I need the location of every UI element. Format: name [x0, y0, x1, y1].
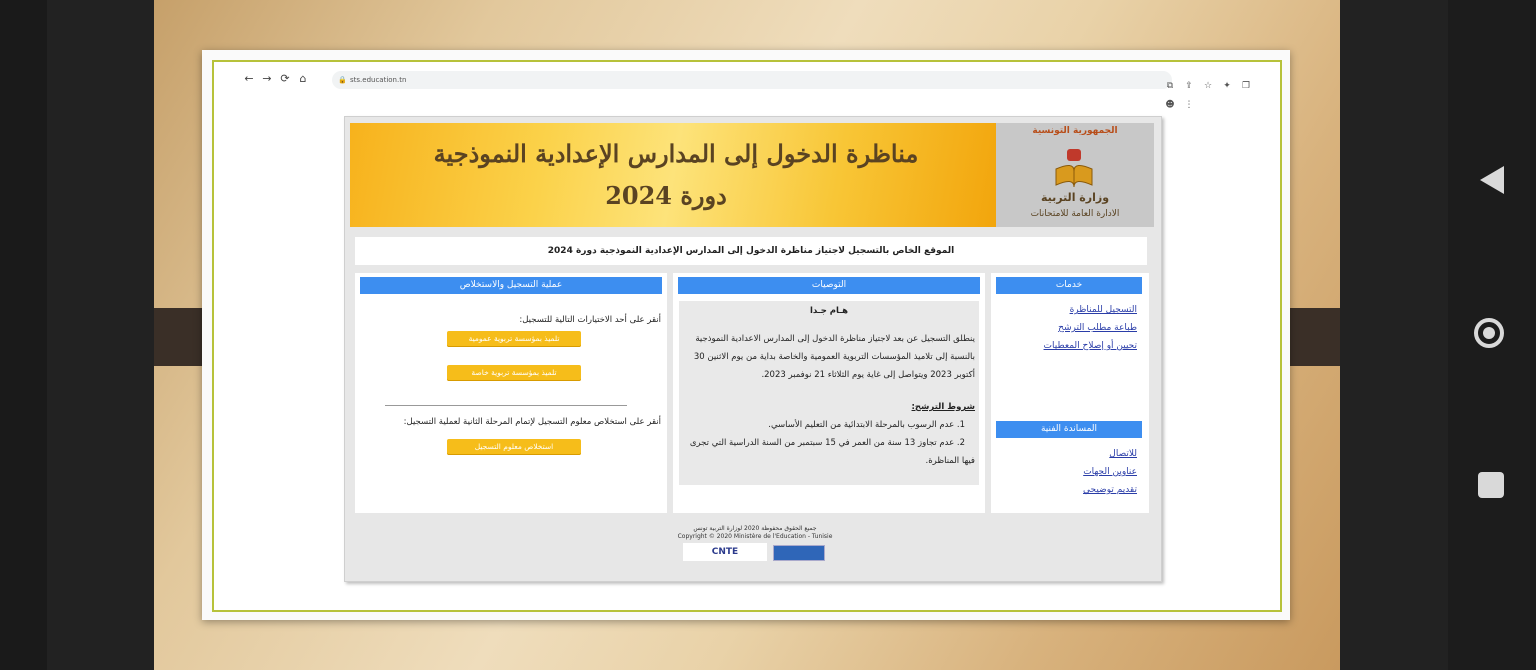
private-school-student-button[interactable]: تلميذ بمؤسسة تربوية خاصة	[447, 365, 581, 381]
reload-icon[interactable]: ⟳	[278, 72, 292, 86]
divider	[385, 405, 627, 406]
web-page: مناظرة الدخول إلى المدارس الإعدادية النم…	[344, 116, 1162, 582]
condition-item: 1. عدم الرسوب بالمرحلة الابتدائية من الت…	[768, 420, 965, 430]
address-bar[interactable]: 🔒 sts.education.tn	[332, 71, 1172, 89]
share-icon[interactable]: ⇪	[1183, 81, 1195, 91]
cnte-logo: CNTE	[683, 543, 767, 561]
android-nav-bar	[1448, 0, 1536, 670]
rights-text: جميع الحقوق محفوظة 2020 لوزارة التربية ت…	[693, 525, 817, 532]
bookmark-star-icon[interactable]: ☆	[1202, 81, 1214, 91]
condition-item: فيها المناظرة.	[925, 456, 975, 466]
site-notice: الموقع الخاص بالتسجيل لاجتياز مناظرة الد…	[355, 237, 1147, 265]
screen-capture: ← → ⟳ ⌂ 🔒 sts.education.tn ⧉ ⇪ ☆ ✦ ❐ ☻ ⋮ مناظر…	[212, 60, 1282, 612]
copyright-text: Copyright © 2020 Ministère de l'Educatio…	[677, 533, 833, 540]
photo-frame: ← → ⟳ ⌂ 🔒 sts.education.tn ⧉ ⇪ ☆ ✦ ❐ ☻ ⋮ مناظر…	[202, 50, 1290, 620]
profile-icon[interactable]: ☻	[1164, 100, 1176, 110]
ministry-name: وزارة التربية	[1040, 191, 1110, 204]
ministry-logo: الجمهورية التونسية وزارة التربية الادارة…	[996, 123, 1154, 227]
extensions-icon[interactable]: ✦	[1221, 81, 1233, 91]
browser-extensions: ⧉ ⇪ ☆ ✦ ❐ ☻ ⋮	[1164, 73, 1274, 110]
registration-header: عملية التسجيل والاستخلاص	[360, 277, 662, 294]
condition-item: 2. عدم تجاوز 13 سنة من العمر في 15 سبتمب…	[689, 438, 965, 448]
contact-link[interactable]: للاتصال	[1109, 449, 1137, 459]
explanatory-presentation-link[interactable]: تقديم توضيحي	[1083, 485, 1137, 495]
home-icon[interactable]: ⌂	[296, 72, 310, 86]
recommendations-panel: التوصيات هـام جـدا ينطلق التسجيل عن بعد …	[673, 273, 985, 513]
open-book-emblem-icon	[1055, 149, 1093, 188]
rec-paragraph-line: بالنسبة إلى تلاميذ المؤسسات التربوية الع…	[693, 352, 975, 362]
rec-paragraph-line: أكتوبر 2023 ويتواصل إلى غاية يوم الثلاثا…	[761, 370, 975, 380]
device-bezel-left	[0, 0, 47, 670]
android-back-icon[interactable]	[1480, 166, 1504, 194]
payment-instruction: أنقر على استخلاص معلوم التسجيل لإتمام ال…	[403, 417, 661, 427]
footer-copyright: جميع الحقوق محفوظة 2020 لوزارة التربية ت…	[605, 525, 905, 541]
print-application-link[interactable]: طباعة مطلب الترشح	[1058, 323, 1137, 333]
services-panel: خدمات التسجيل للمناظرة طباعة مطلب الترشح…	[991, 273, 1149, 513]
republic-label: الجمهورية التونسية	[1032, 126, 1118, 136]
android-recents-icon[interactable]	[1478, 472, 1504, 498]
update-data-link[interactable]: تحيين أو إصلاح المعطيات	[1044, 341, 1137, 351]
department-name: الادارة العامة للامتحانات	[1030, 209, 1120, 219]
browser-toolbar: ← → ⟳ ⌂ 🔒 sts.education.tn ⧉ ⇪ ☆ ✦ ❐ ☻ ⋮	[236, 66, 1266, 110]
rec-paragraph-line: ينطلق التسجيل عن بعد لاجتياز مناظرة الدخ…	[695, 334, 975, 344]
forward-icon[interactable]: →	[260, 72, 274, 86]
recommendations-header: التوصيات	[678, 277, 980, 294]
support-header: المساندة الفنية	[996, 421, 1142, 438]
important-label: هـام جـدا	[809, 306, 849, 316]
registration-instruction: أنقر على أحد الاختيارات التالية للتسجيل:	[519, 315, 661, 325]
banner-title: مناظرة الدخول إلى المدارس الإعدادية النم…	[433, 139, 919, 168]
back-icon[interactable]: ←	[242, 72, 256, 86]
pay-registration-fee-button[interactable]: استخلاص معلوم التسجيل	[447, 439, 581, 455]
header-banner: مناظرة الدخول إلى المدارس الإعدادية النم…	[350, 123, 996, 227]
regional-addresses-link[interactable]: عناوين الجهات	[1083, 467, 1137, 477]
lock-icon: 🔒	[338, 76, 347, 84]
url-text: sts.education.tn	[350, 76, 407, 84]
partner-logo	[773, 545, 825, 561]
banner-year: دورة 2024	[605, 181, 727, 210]
services-header: خدمات	[996, 277, 1142, 294]
menu-kebab-icon[interactable]: ⋮	[1183, 100, 1195, 110]
public-school-student-button[interactable]: تلميذ بمؤسسة تربوية عمومية	[447, 331, 581, 347]
conditions-title: شروط الترشح:	[911, 402, 975, 412]
tab-icon[interactable]: ❐	[1240, 81, 1252, 91]
recommendations-content: هـام جـدا ينطلق التسجيل عن بعد لاجتياز م…	[679, 301, 979, 485]
android-home-icon[interactable]	[1474, 318, 1504, 348]
translate-icon[interactable]: ⧉	[1164, 81, 1176, 91]
register-link[interactable]: التسجيل للمناظرة	[1070, 305, 1137, 315]
registration-panel: عملية التسجيل والاستخلاص أنقر على أحد ال…	[355, 273, 667, 513]
